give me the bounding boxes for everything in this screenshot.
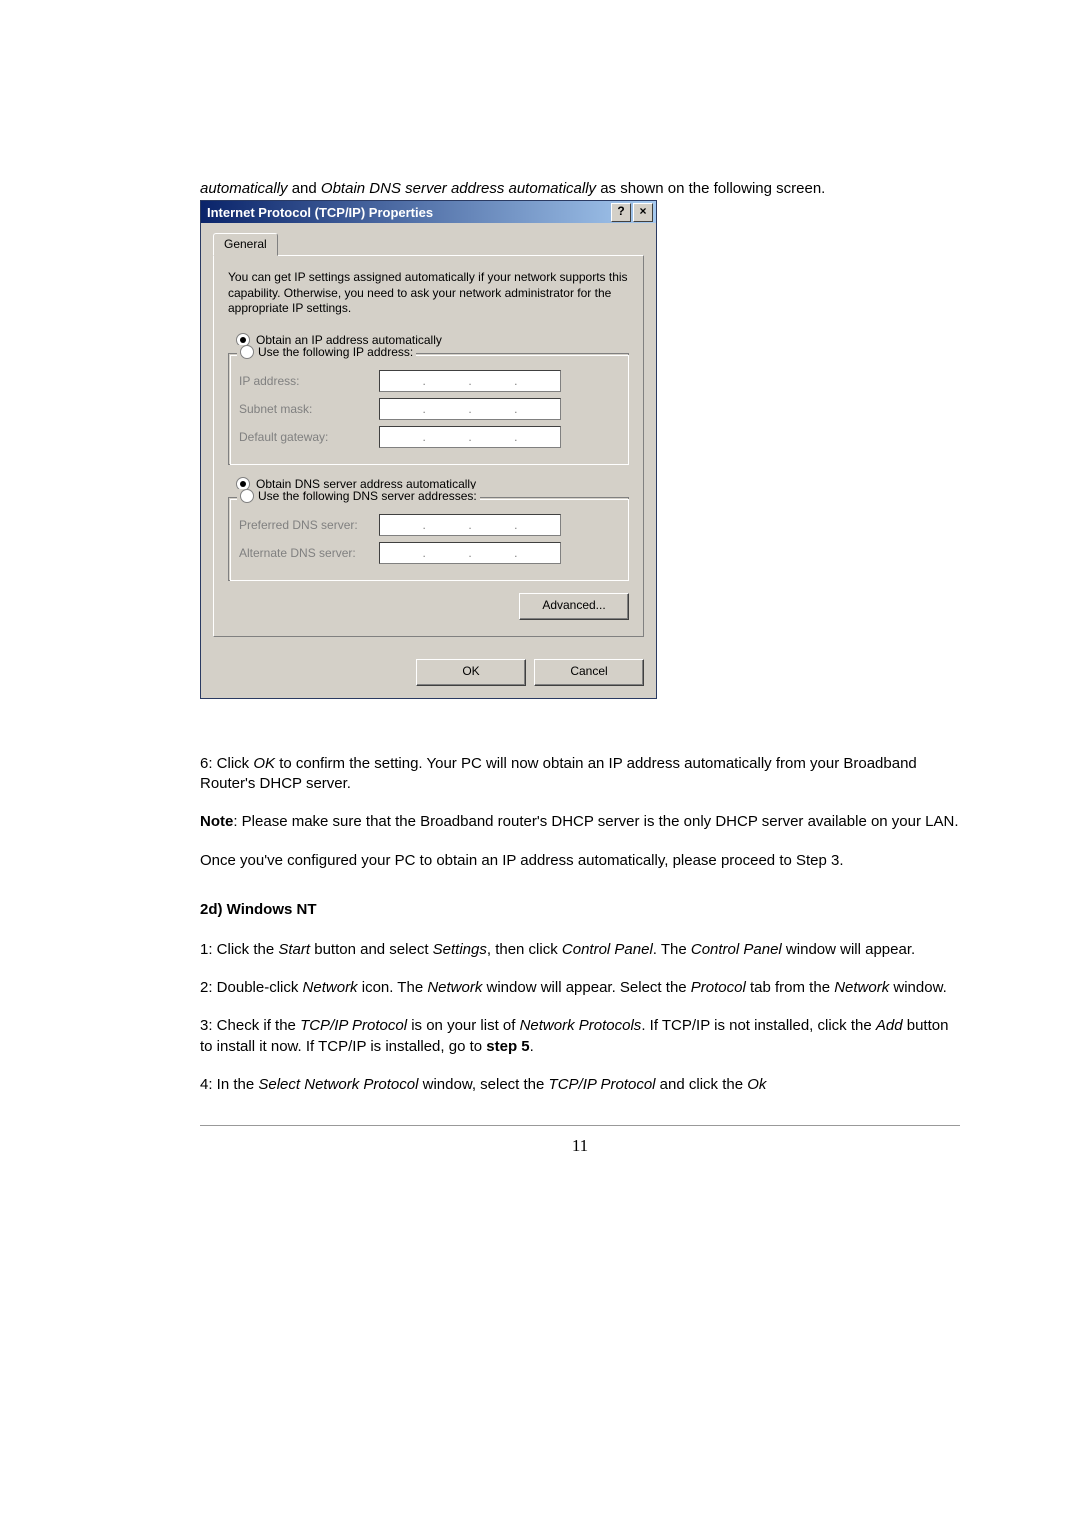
help-icon[interactable]: ?	[611, 203, 631, 222]
radio-dot-icon	[240, 345, 254, 359]
ok-button[interactable]: OK	[416, 659, 526, 686]
step-3-text: 3: Check if the TCP/IP Protocol is on yo…	[200, 1016, 960, 1057]
step-1-text: 1: Click the Start button and select Set…	[200, 940, 960, 960]
ip-address-label: IP address:	[239, 374, 379, 388]
default-gateway-label: Default gateway:	[239, 430, 379, 444]
close-icon[interactable]: ×	[633, 203, 653, 222]
radio-dot-icon	[240, 489, 254, 503]
subnet-mask-label: Subnet mask:	[239, 402, 379, 416]
radio-label: Use the following IP address:	[258, 345, 413, 359]
alternate-dns-input[interactable]: ...	[379, 542, 561, 564]
step-4-text: 4: In the Select Network Protocol window…	[200, 1075, 960, 1095]
intro-em1: automatically	[200, 180, 288, 197]
radio-label: Use the following DNS server addresses:	[258, 489, 477, 503]
once-text: Once you've configured your PC to obtain…	[200, 851, 960, 871]
tab-general[interactable]: General	[213, 233, 278, 256]
default-gateway-input[interactable]: ...	[379, 426, 561, 448]
step-2-text: 2: Double-click Network icon. The Networ…	[200, 978, 960, 998]
intro-em2: Obtain DNS server address automatically	[321, 180, 596, 197]
cancel-button[interactable]: Cancel	[534, 659, 644, 686]
intro-text: automatically and Obtain DNS server addr…	[200, 180, 960, 197]
subnet-mask-input[interactable]: ...	[379, 398, 561, 420]
dialog-description: You can get IP settings assigned automat…	[228, 270, 629, 317]
tcpip-properties-dialog: Internet Protocol (TCP/IP) Properties ? …	[200, 200, 657, 699]
ip-manual-group: Use the following IP address: IP address…	[228, 353, 629, 465]
radio-use-following-ip[interactable]: Use the following IP address:	[237, 345, 416, 359]
preferred-dns-label: Preferred DNS server:	[239, 518, 379, 532]
radio-use-following-dns[interactable]: Use the following DNS server addresses:	[237, 489, 480, 503]
footer-divider	[200, 1125, 960, 1126]
titlebar: Internet Protocol (TCP/IP) Properties ? …	[201, 201, 656, 223]
note-text: Note: Please make sure that the Broadban…	[200, 812, 960, 832]
alternate-dns-label: Alternate DNS server:	[239, 546, 379, 560]
advanced-button[interactable]: Advanced...	[519, 593, 629, 620]
general-tab-panel: You can get IP settings assigned automat…	[213, 255, 644, 637]
step-6-text: 6: Click OK to confirm the setting. Your…	[200, 754, 960, 795]
preferred-dns-input[interactable]: ...	[379, 514, 561, 536]
page-number: 11	[200, 1136, 960, 1156]
section-heading: 2d) Windows NT	[200, 901, 960, 918]
ip-address-input[interactable]: ...	[379, 370, 561, 392]
dns-manual-group: Use the following DNS server addresses: …	[228, 497, 629, 581]
dialog-title: Internet Protocol (TCP/IP) Properties	[207, 205, 611, 220]
